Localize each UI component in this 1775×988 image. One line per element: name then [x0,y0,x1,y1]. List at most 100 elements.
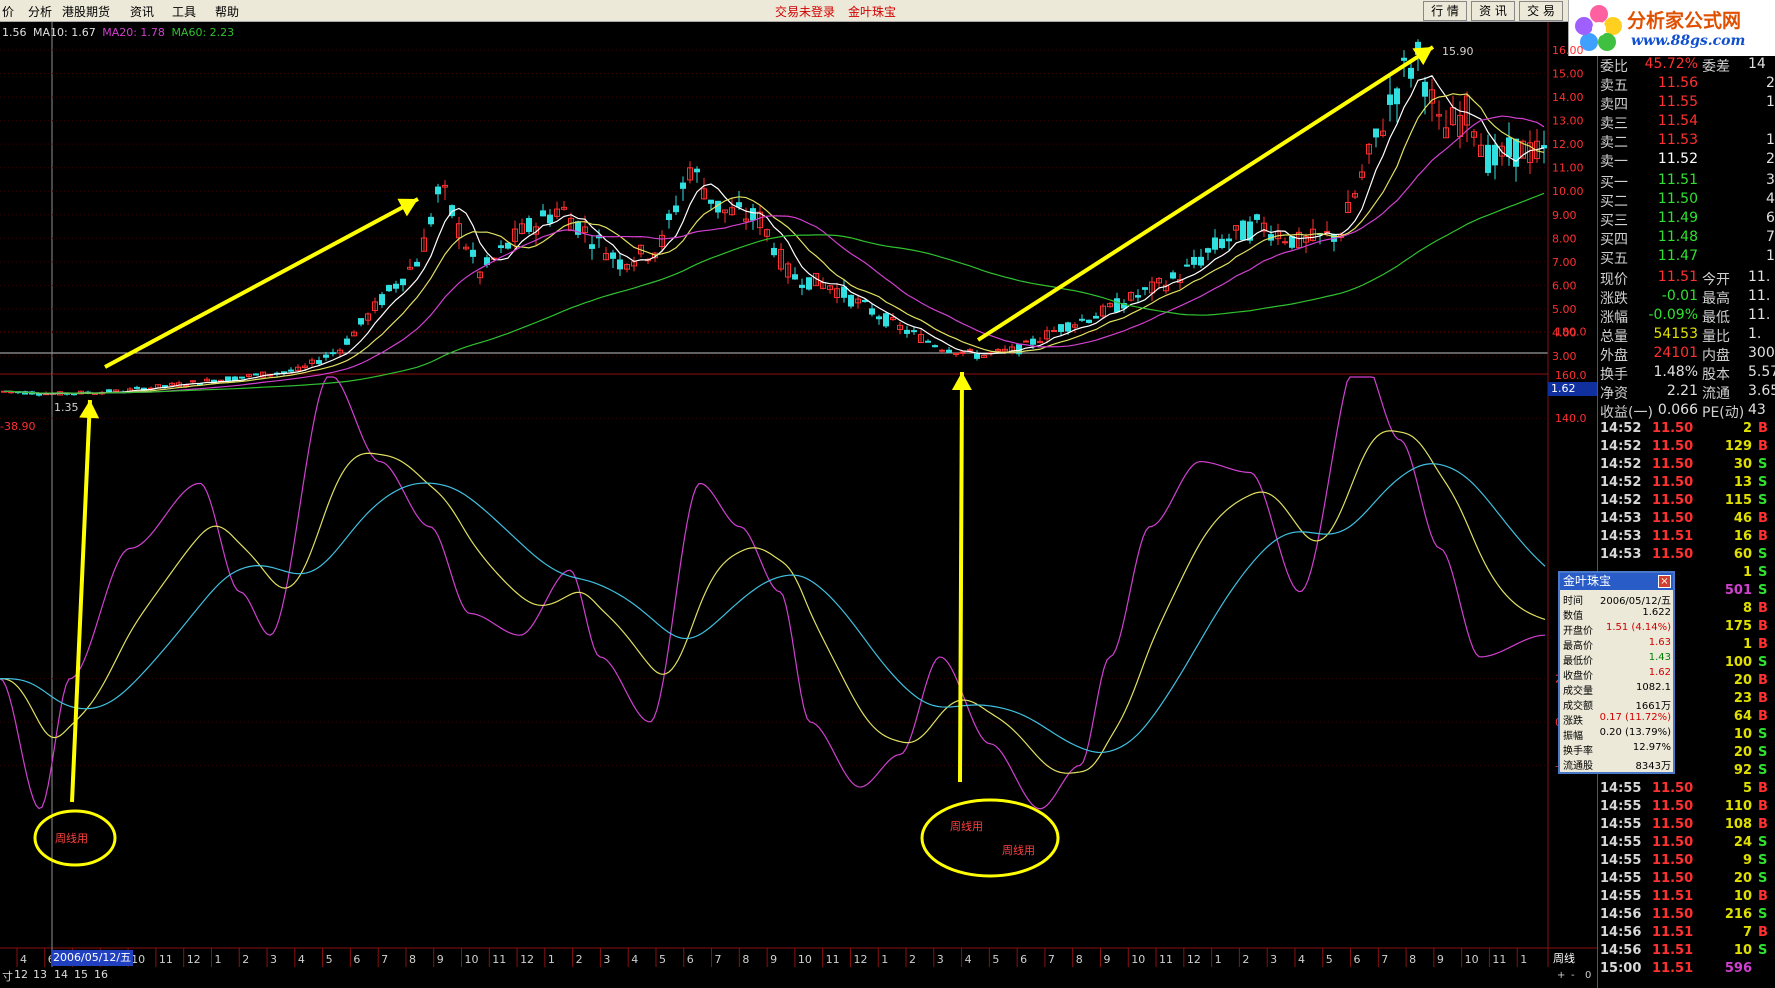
date-axis-label: 9 [770,953,777,966]
popup-row: 数值 1.622 [1560,607,1673,622]
menu-price[interactable]: 价 [2,3,14,20]
candle-body [848,294,854,307]
bid-row: 买四 11.48 7 [1598,229,1775,248]
tick-row: 14:52 11.50 129 B [1598,439,1775,457]
popup-row-value: 12.97% [1632,742,1671,753]
candle-body [400,278,406,286]
popup-row: 换手率 12.97% [1560,742,1673,757]
date-axis-label: 10 [1465,953,1479,966]
date-axis-label: 7 [1381,953,1388,966]
tick-time: 14:52 [1600,439,1642,454]
candle-body [428,216,434,225]
logo-url: www.88gs.com [1631,33,1746,49]
candle-body [1170,272,1176,279]
candle-body [932,345,938,348]
date-axis-label: 12 [853,953,867,966]
tick-time: 14:55 [1600,781,1642,796]
ask-price: 11.56 [1657,75,1698,91]
tick-time: 14:53 [1600,547,1642,562]
stat-value2: 5.57 [1748,364,1775,380]
candle-body [344,338,350,345]
candle-body [610,252,616,259]
date-strip-item: 14 [54,968,68,981]
quote-panel: 委比 45.72% 委差 14 卖五 11.56 2 卖四 11.55 1 卖三 11.54 卖二 11.… [1597,56,1775,988]
popup-row: 最高价 1.63 [1560,637,1673,652]
stat-label: 涨幅 [1600,310,1628,326]
zoom-in-button[interactable]: + [1557,970,1565,981]
bid-volume: 1 [1766,248,1775,264]
tick-row: 14:55 11.50 108 B [1598,817,1775,835]
date-axis-label: 10 [465,953,479,966]
candle-body [750,208,756,221]
tick-price: 11.50 [1652,907,1694,922]
kline-chart[interactable]: 16.0015.0014.0013.0012.0011.0010.009.008… [0,22,1597,988]
ask-row: 卖五 11.56 2 [1598,75,1775,94]
tick-volume: 2 [1742,421,1752,436]
tab-trade[interactable]: 交 易 [1519,1,1563,21]
price-axis-label: 12.00 [1552,138,1584,151]
stat-value: 24101 [1653,345,1698,361]
zoom-reset-button[interactable]: 0 [1585,970,1591,981]
popup-row-label: 流通股 [1563,761,1593,772]
ask-price: 11.55 [1657,94,1698,110]
menu-news[interactable]: 资讯 [130,3,154,20]
menu-analysis[interactable]: 分析 [28,3,52,20]
close-icon[interactable]: × [1658,575,1671,588]
date-axis-label: 1 [214,953,221,966]
date-axis-label: 3 [1270,953,1277,966]
stat-value2: 1. [1748,326,1762,342]
trade-login-status[interactable]: 交易未登录 [775,3,835,20]
candle-body [1373,128,1379,138]
current-stock-name: 金叶珠宝 [848,5,897,19]
bid-label: 买三 [1600,213,1628,229]
tick-row: 14:56 11.50 216 S [1598,907,1775,925]
date-axis-label: 9 [1437,953,1444,966]
tick-volume: 216 [1724,907,1752,922]
candle-body [1212,237,1218,250]
candle-body [330,352,336,355]
tick-volume: 10 [1733,943,1752,958]
tab-quotes[interactable]: 行 情 [1423,1,1467,21]
date-axis-label: 6 [687,953,694,966]
stat-label: 换手 [1600,367,1628,383]
popup-row: 开盘价 1.51 (4.14%) [1560,622,1673,637]
signal-ellipse [920,798,1060,878]
candle-body [1289,236,1295,248]
date-axis-label: 3 [937,953,944,966]
tab-news[interactable]: 资 讯 [1471,1,1515,21]
tick-time: 14:55 [1600,817,1642,832]
date-axis-label: 9 [437,953,444,966]
candle-body [1142,287,1148,290]
candle-body [925,340,931,343]
date-axis-label: 8 [409,953,416,966]
candle-body [505,242,511,249]
tick-price: 11.50 [1652,817,1694,832]
tick-side: S [1758,745,1768,760]
indicator-axis-label: 180.0 [1555,325,1587,338]
tick-row: 14:53 11.50 60 S [1598,547,1775,565]
tick-price: 11.50 [1652,871,1694,886]
ask-row: 卖二 11.53 1 [1598,132,1775,151]
period-label[interactable]: 周线 [1553,950,1597,968]
stat-row: 外盘 24101 内盘 300 [1598,345,1775,364]
candle-body [435,186,441,195]
zoom-out-button[interactable]: - [1571,970,1575,981]
date-axis-label: 1 [881,953,888,966]
tick-side: S [1758,547,1768,562]
indicator-lines [0,376,1546,810]
stat-label2: 最低 [1702,310,1730,326]
candle-body [1030,338,1036,345]
tick-volume: 20 [1733,871,1752,886]
date-strip-item: 寸 [2,970,13,983]
stat-label: 现价 [1600,272,1628,288]
trend-arrow [104,197,419,369]
candle-body [498,245,504,249]
tick-time: 14:56 [1600,907,1642,922]
candle-body [953,352,959,355]
menu-tools[interactable]: 工具 [172,3,196,20]
menu-hk-futures[interactable]: 港股期货 [62,3,110,20]
popup-row-value: 1.63 [1648,637,1671,648]
menu-help[interactable]: 帮助 [215,3,239,20]
stat-value: -0.09% [1648,307,1698,323]
popup-row: 流通股 8343万 [1560,757,1673,772]
